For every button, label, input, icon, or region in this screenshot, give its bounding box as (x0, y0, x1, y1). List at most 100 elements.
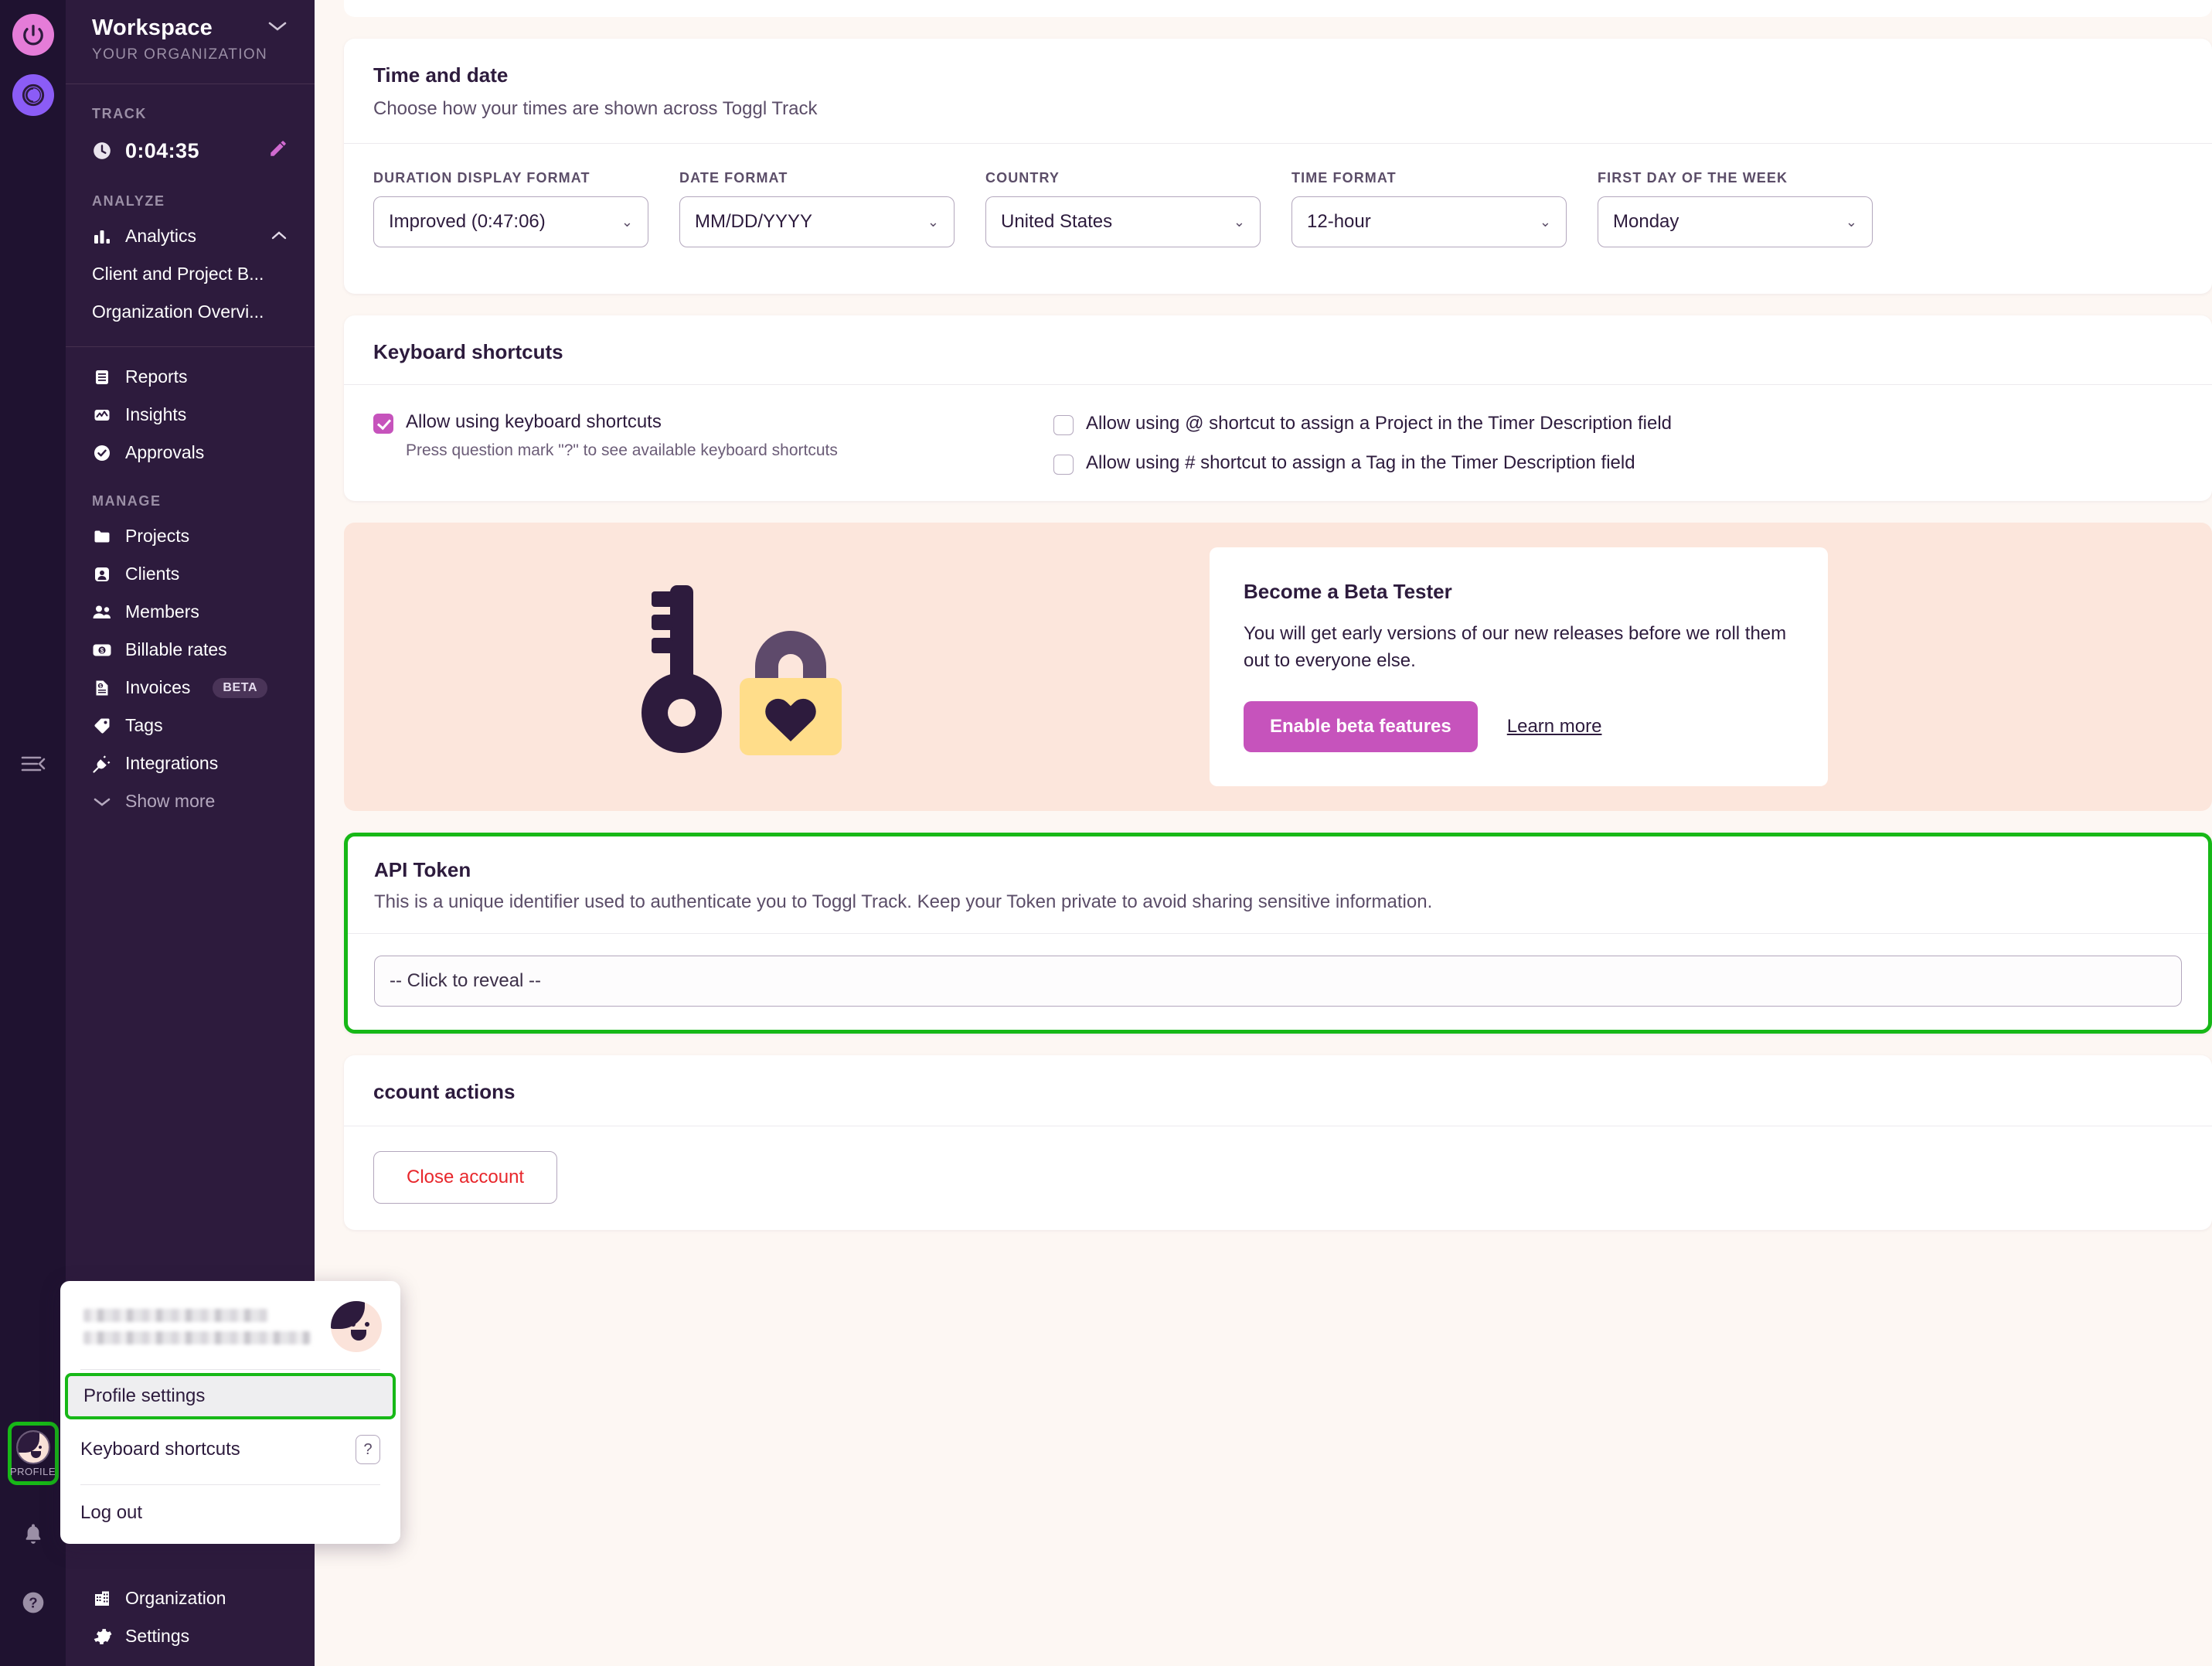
select-value: Improved (0:47:06) (389, 211, 546, 232)
sidebar-item-label: Clients (125, 564, 180, 584)
sidebar-item-label: Settings (125, 1626, 190, 1646)
chevron-down-icon: ⌄ (1233, 213, 1245, 230)
people-icon (92, 602, 112, 622)
sidebar-item-clients[interactable]: Clients (66, 555, 315, 593)
date-format-select[interactable]: MM/DD/YYYY ⌄ (679, 196, 955, 247)
question-circle-icon[interactable]: ? (12, 1581, 55, 1624)
collapse-sidebar-icon[interactable] (0, 754, 66, 774)
first-day-of-week-select[interactable]: Monday ⌄ (1598, 196, 1873, 247)
bell-icon[interactable] (12, 1513, 55, 1556)
duration-display-format-select[interactable]: Improved (0:47:06) ⌄ (373, 196, 648, 247)
sidebar-item-label: Approvals (125, 442, 205, 462)
profile-rail-button[interactable]: PROFILE (7, 1422, 59, 1485)
sidebar-item-reports[interactable]: Reports (66, 358, 315, 396)
building-icon (92, 1589, 112, 1609)
sidebar-item-timer[interactable]: 0:04:35 (66, 130, 315, 172)
account-actions-card: ccount actions Close account (344, 1054, 2212, 1230)
enable-beta-features-button[interactable]: Enable beta features (1244, 700, 1478, 752)
sidebar-item-label: Billable rates (125, 639, 227, 659)
sidebar-item-label: Show more (125, 791, 216, 811)
folder-icon (92, 526, 112, 547)
sidebar-item-client-project-breakdown[interactable]: Client and Project B... (66, 255, 315, 293)
status-badge: BETA (213, 677, 268, 698)
sidebar-item-analytics[interactable]: Analytics (66, 217, 315, 255)
select-value: 12-hour (1307, 211, 1371, 232)
gear-icon (92, 1627, 112, 1647)
avatar (331, 1301, 382, 1352)
sidebar-item-label: Organization (125, 1588, 226, 1608)
chevron-down-icon: ⌄ (927, 213, 939, 230)
sidebar-group-manage: MANAGE (92, 493, 162, 509)
sidebar-item-label: Projects (125, 526, 190, 546)
at-shortcut-checkbox[interactable] (1053, 415, 1074, 435)
rail-bottom-group: PROFILE ? (0, 1422, 66, 1666)
field-label: COUNTRY (985, 170, 1060, 186)
menu-item-profile-settings[interactable]: Profile settings (65, 1373, 396, 1419)
sidebar-item-label: Invoices (125, 677, 191, 697)
power-icon[interactable] (12, 14, 54, 56)
chevron-up-icon[interactable] (270, 226, 288, 247)
beta-title: Become a Beta Tester (1244, 580, 1452, 603)
sidebar-item-invoices[interactable]: $ Invoices BETA (66, 669, 315, 707)
sidebar-item-label: Analytics (125, 226, 197, 246)
chevron-down-icon (92, 792, 112, 812)
svg-text:$: $ (100, 647, 104, 654)
hash-shortcut-checkbox[interactable] (1053, 455, 1074, 475)
pencil-icon[interactable] (268, 138, 288, 163)
sidebar-item-integrations[interactable]: Integrations (66, 744, 315, 782)
time-format-select[interactable]: 12-hour ⌄ (1291, 196, 1567, 247)
beta-body: You will get early versions of our new r… (1244, 623, 1787, 671)
tag-icon (92, 716, 112, 736)
profile-rail-label: PROFILE (9, 1465, 56, 1477)
sidebar-item-insights[interactable]: Insights (66, 396, 315, 434)
sidebar-item-organization[interactable]: Organization (66, 1579, 315, 1617)
sidebar-item-projects[interactable]: Projects (66, 517, 315, 555)
sidebar-bottom-group: Organization Settings (66, 1579, 315, 1666)
chevron-down-icon[interactable] (267, 19, 288, 37)
sidebar-item-billable-rates[interactable]: $ Billable rates (66, 631, 315, 669)
beta-tester-banner: Become a Beta Tester You will get early … (344, 523, 2212, 811)
icon-rail: PROFILE ? (0, 0, 66, 1666)
profile-menu-header (60, 1281, 400, 1369)
api-token-reveal-field[interactable]: -- Click to reveal -- (374, 955, 2182, 1007)
workspace-switcher[interactable]: Workspace YOUR ORGANIZATION (66, 0, 315, 83)
sidebar-item-tags[interactable]: Tags (66, 707, 315, 744)
checkbox-label: Allow using # shortcut to assign a Tag i… (1086, 452, 1635, 473)
sidebar-item-members[interactable]: Members (66, 593, 315, 631)
field-date-format: DATE FORMAT MM/DD/YYYY ⌄ (679, 170, 955, 247)
menu-item-label: Log out (80, 1502, 143, 1523)
card-title: Keyboard shortcuts (373, 340, 563, 363)
allow-keyboard-shortcuts-row[interactable]: Allow using keyboard shortcuts (373, 411, 1053, 434)
redacted-user-info (83, 1309, 320, 1344)
at-shortcut-row[interactable]: Allow using @ shortcut to assign a Proje… (1053, 413, 1672, 435)
hash-shortcut-row[interactable]: Allow using # shortcut to assign a Tag i… (1053, 452, 1672, 475)
allow-keyboard-shortcuts-checkbox[interactable] (373, 414, 393, 434)
close-account-button[interactable]: Close account (373, 1150, 558, 1204)
plug-icon (92, 754, 112, 774)
sidebar-item-settings[interactable]: Settings (66, 1617, 315, 1655)
sidebar-item-label: Tags (125, 715, 163, 735)
card-title: Time and date (373, 63, 509, 87)
toggl-track-icon[interactable] (12, 74, 54, 116)
check-circle-icon (92, 443, 112, 463)
learn-more-link[interactable]: Learn more (1507, 716, 1602, 738)
time-and-date-card: Time and date Choose how your times are … (344, 39, 2212, 294)
menu-item-log-out[interactable]: Log out (60, 1485, 400, 1544)
menu-item-label: Profile settings (83, 1385, 206, 1406)
invoice-icon: $ (92, 678, 112, 698)
field-label: TIME FORMAT (1291, 170, 1397, 186)
bar-chart-icon (92, 227, 112, 247)
field-country: COUNTRY United States ⌄ (985, 170, 1261, 247)
sidebar-show-more-button[interactable]: Show more (66, 782, 315, 820)
sidebar-item-organization-overview[interactable]: Organization Overvi... (66, 293, 315, 331)
chevron-down-icon: ⌄ (621, 213, 633, 230)
partial-card-above (344, 0, 2212, 17)
sidebar-item-approvals[interactable]: Approvals (66, 434, 315, 472)
redacted-user-email (83, 1331, 311, 1344)
profile-menu-popup: Profile settings Keyboard shortcuts ? Lo… (60, 1281, 400, 1544)
menu-item-keyboard-shortcuts[interactable]: Keyboard shortcuts ? (60, 1422, 400, 1477)
country-select[interactable]: United States ⌄ (985, 196, 1261, 247)
sidebar-item-label: Members (125, 601, 199, 622)
keyboard-shortcuts-help-text: Press question mark "?" to see available… (406, 441, 838, 459)
card-title: ccount actions (373, 1079, 516, 1103)
